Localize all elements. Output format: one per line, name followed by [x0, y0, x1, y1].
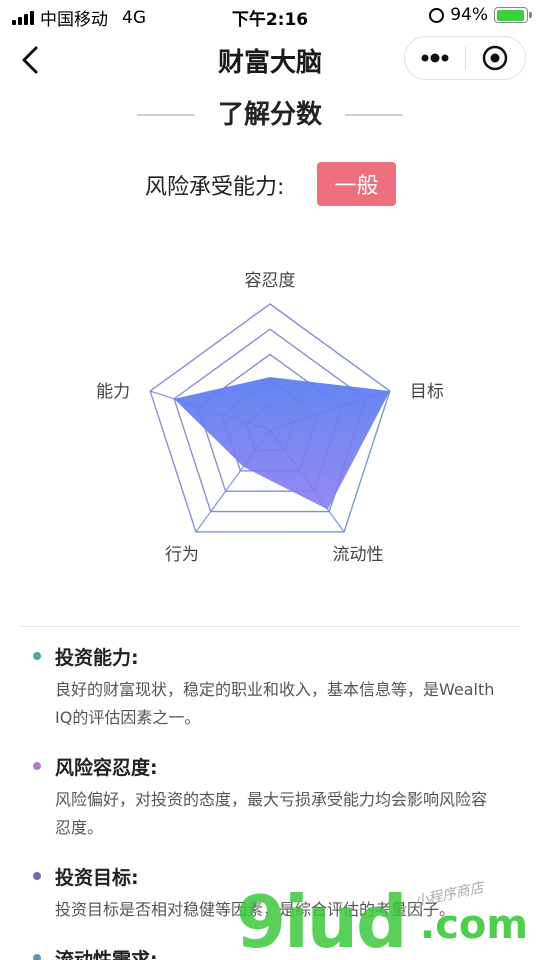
risk-tolerance-label: 风险承受能力: — [145, 175, 285, 200]
bullet-dot — [33, 954, 41, 960]
list-item: 风险容忍度: 风险偏好，对投资的态度，最大亏损承受能力均会影响风险容忍度。 — [0, 750, 540, 842]
section-line-right — [345, 114, 403, 116]
divider — [20, 626, 520, 627]
radar-axis-label: 流动性 — [333, 545, 384, 565]
radar-axis-label: 容忍度 — [245, 271, 296, 291]
battery-percent: 94% — [450, 5, 488, 25]
radar-axis-label: 能力 — [96, 382, 130, 402]
battery-icon — [494, 7, 532, 23]
factor-description: 风险偏好，对投资的态度，最大亏损承受能力均会影响风险容忍度。 — [55, 790, 488, 837]
more-button[interactable] — [405, 37, 465, 79]
close-button[interactable] — [466, 37, 526, 79]
factor-heading: 风险容忍度: — [55, 757, 158, 779]
watermark-suffix: .com — [420, 902, 529, 948]
section-header: 了解分数 — [0, 94, 540, 134]
factor-heading: 投资能力: — [55, 647, 139, 669]
factor-description: 良好的财富现状，稳定的职业和收入，基本信息等，是Wealth IQ的评估因素之一… — [55, 680, 495, 727]
target-circle-icon — [483, 45, 508, 71]
list-item: 投资能力: 良好的财富现状，稳定的职业和收入，基本信息等，是Wealth IQ的… — [0, 640, 540, 732]
watermark: 9iud .com 小程序商店 — [236, 880, 540, 960]
bullet-dot — [33, 652, 41, 660]
section-title: 了解分数 — [217, 100, 322, 130]
bullet-dot — [33, 872, 41, 880]
status-bar: 中国移动 4G 下午2:16 94% — [0, 0, 540, 32]
radar-axis-label: 行为 — [165, 545, 199, 565]
risk-level-badge: 一般 — [317, 162, 396, 206]
radar-chart: 容忍度目标流动性 行为 能力 — [96, 271, 444, 565]
more-dots-icon — [421, 53, 449, 63]
nav-bar: 财富大脑 — [0, 36, 540, 82]
bullet-dot — [33, 762, 41, 770]
alarm-icon — [429, 7, 445, 23]
radar-axis-label: 目标 — [410, 382, 444, 402]
mini-program-capsule — [404, 36, 526, 80]
watermark-main: 9iud — [236, 880, 408, 960]
